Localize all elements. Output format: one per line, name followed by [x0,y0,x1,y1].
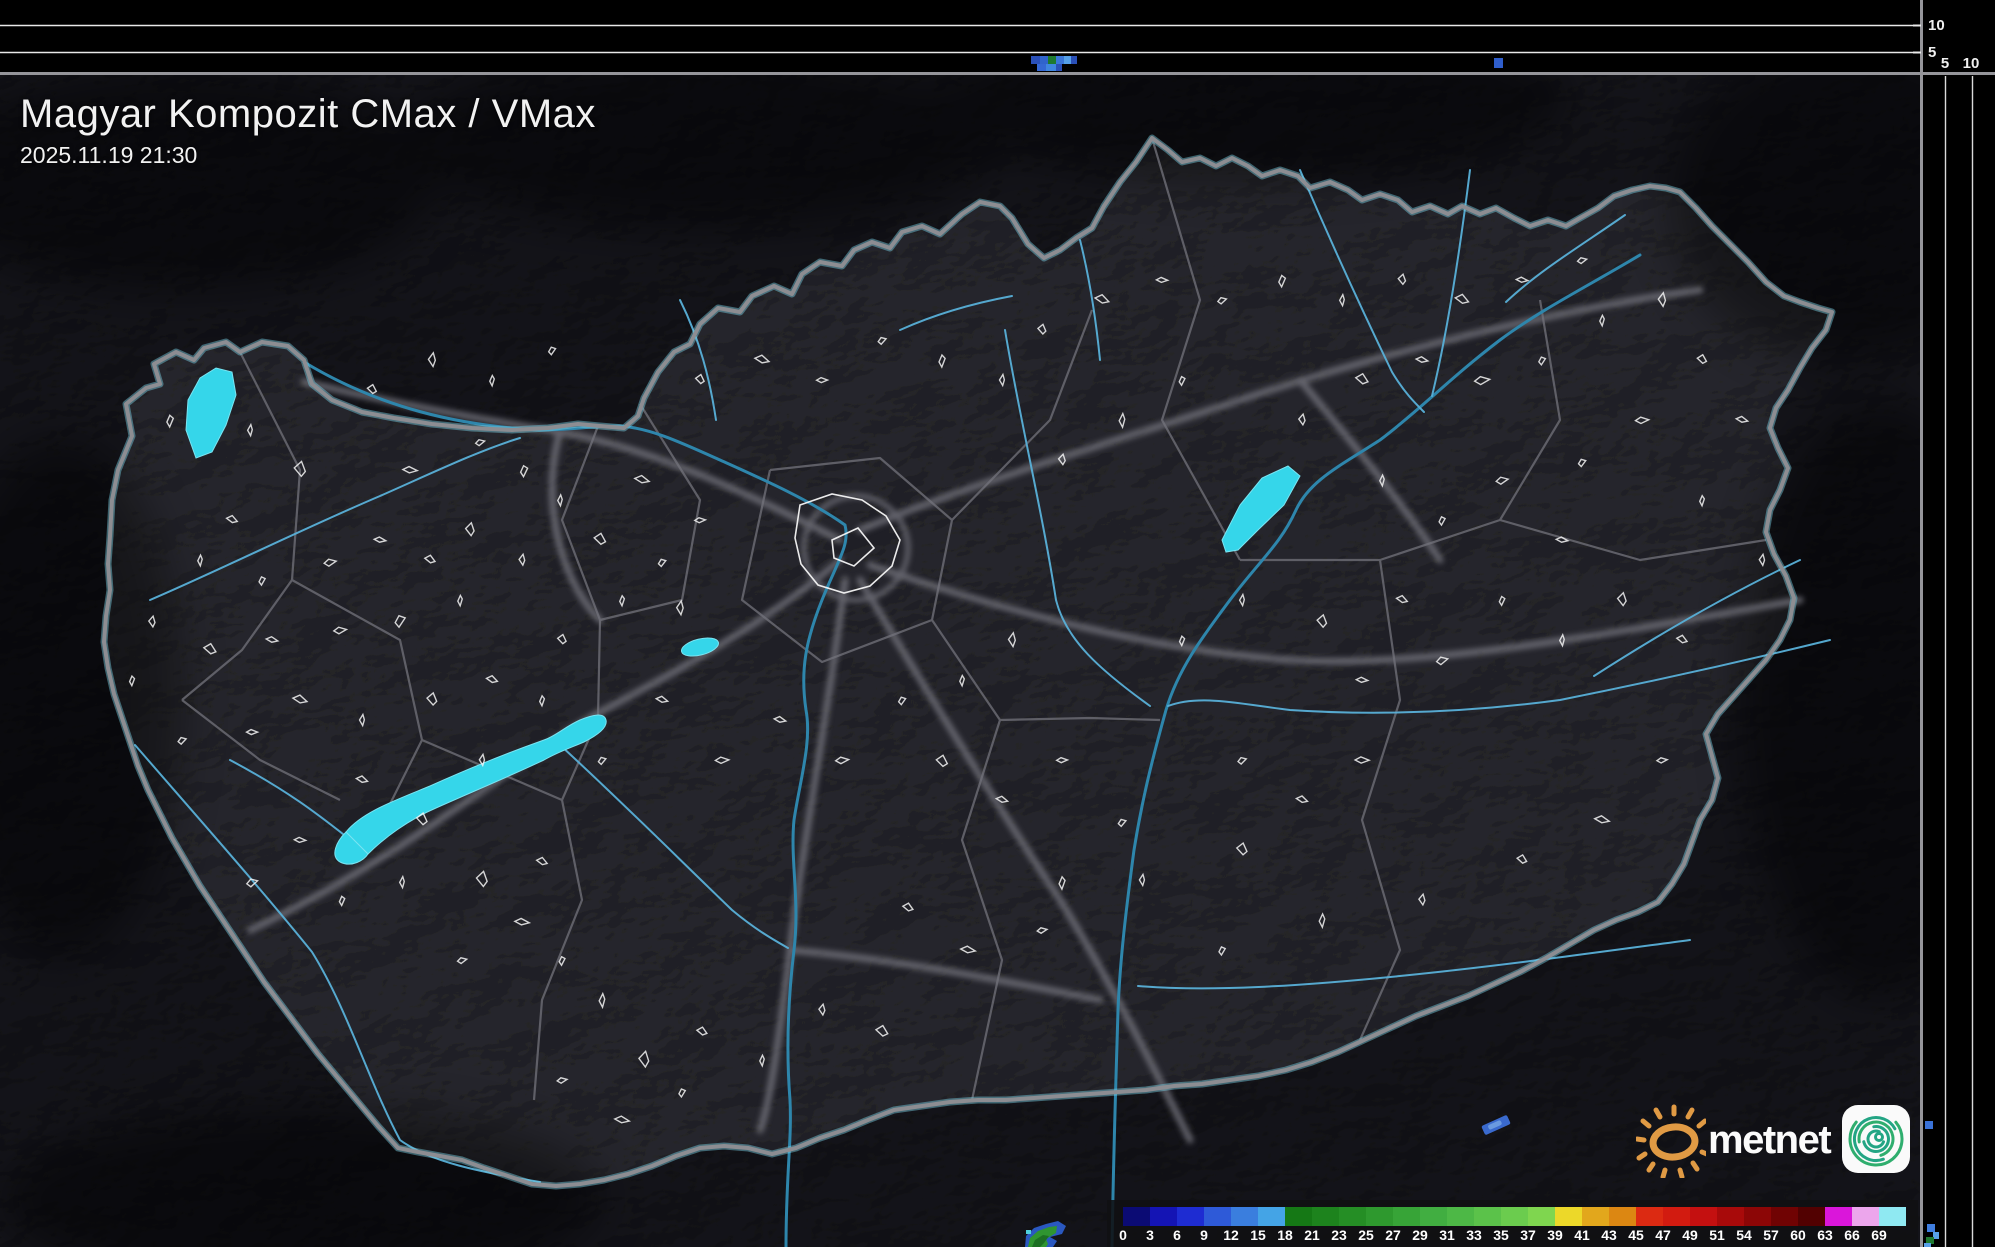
colorbar-cells [1123,1207,1906,1226]
colorbar-tick-label: 57 [1763,1227,1779,1243]
colorbar-tick-label: 6 [1173,1227,1181,1243]
colorbar-cell [1447,1207,1474,1226]
colorbar-tick-label: 45 [1628,1227,1644,1243]
colorbar-tick-label: 43 [1601,1227,1617,1243]
right-axis-tick-10: 10 [1962,55,1980,72]
colorbar-tick-label: 33 [1466,1227,1482,1243]
colorbar-cell [1636,1207,1663,1226]
colorbar-cell [1339,1207,1366,1226]
top-axis-tick-5: 5 [1928,44,1937,61]
echo-block [1046,64,1056,71]
echo-block [1927,1224,1935,1232]
echo-block [1048,56,1056,64]
colorbar-cell [1474,1207,1501,1226]
colorbar-cell [1285,1207,1312,1226]
colorbar-cell [1852,1207,1879,1226]
colorbar-cell [1663,1207,1690,1226]
echo-block [1056,64,1062,71]
colorbar-tick-label: 51 [1709,1227,1725,1243]
right-axis-tick-5: 5 [1940,55,1950,72]
radar-map-canvas[interactable] [0,0,1995,1247]
colorbar-labels: dBZ 036912151821232527293133353739414345… [1107,1227,1918,1245]
echo-block [1925,1121,1933,1129]
colorbar-tick-label: 66 [1844,1227,1860,1243]
colorbar-cell [1771,1207,1798,1226]
echo-block [1494,58,1503,68]
top-axis-tick-10: 10 [1928,17,1945,34]
colorbar-cell [1825,1207,1852,1226]
colorbar-cell [1420,1207,1447,1226]
colorbar-cell [1204,1207,1231,1226]
colorbar-tick-label: 25 [1358,1227,1374,1243]
colorbar-cell [1528,1207,1555,1226]
colorbar-tick-label: 41 [1574,1227,1590,1243]
colorbar-tick-label: 21 [1304,1227,1320,1243]
colorbar-tick-label: 39 [1547,1227,1563,1243]
colorbar-cell [1609,1207,1636,1226]
colorbar-cell [1879,1207,1906,1226]
echo-block [1056,56,1064,64]
colorbar-tick-label: 0 [1119,1227,1127,1243]
colorbar-tick-label: 54 [1736,1227,1752,1243]
sun-icon [1636,1104,1706,1178]
colorbar-cell [1177,1207,1204,1226]
colorbar-tick-label: 23 [1331,1227,1347,1243]
colorbar-cell [1582,1207,1609,1226]
colorbar-tick-label: 35 [1493,1227,1509,1243]
colorbar-cell [1501,1207,1528,1226]
colorbar-tick-label: 60 [1790,1227,1806,1243]
colorbar-cell [1798,1207,1825,1226]
colorbar-cell [1123,1207,1150,1226]
colorbar-tick-label: 18 [1277,1227,1293,1243]
echo-block [1031,56,1040,64]
colorbar-tick-label: 31 [1439,1227,1455,1243]
top-profile-panel [0,0,1921,73]
colorbar-tick-label: 9 [1200,1227,1208,1243]
echo-block [1040,56,1048,64]
radar-viewer: Magyar Kompozit CMax / VMax 2025.11.19 2… [0,0,1995,1247]
colorbar-cell [1150,1207,1177,1226]
echo-block [1064,56,1071,64]
echo-block [1924,1243,1931,1247]
dbz-colorbar: dBZ 036912151821232527293133353739414345… [1107,1200,1918,1247]
colorbar-tick-label: 29 [1412,1227,1428,1243]
map-area [0,73,1921,1247]
colorbar-tick-label: 49 [1682,1227,1698,1243]
colorbar-cell [1258,1207,1285,1226]
colorbar-tick-label: 3 [1146,1227,1154,1243]
colorbar-tick-label: 47 [1655,1227,1671,1243]
colorbar-cell [1744,1207,1771,1226]
right-profile-panel [1923,0,1995,1247]
colorbar-tick-label: 12 [1223,1227,1239,1243]
colorbar-cell [1690,1207,1717,1226]
metnet-logo[interactable]: metnet [1636,1100,1916,1180]
colorbar-tick-label: 15 [1250,1227,1266,1243]
colorbar-cell [1366,1207,1393,1226]
echo-block [1071,56,1077,64]
colorbar-cell [1393,1207,1420,1226]
colorbar-tick-label: 27 [1385,1227,1401,1243]
colorbar-tick-label: 37 [1520,1227,1536,1243]
colorbar-cell [1717,1207,1744,1226]
colorbar-cell [1231,1207,1258,1226]
colorbar-cell [1312,1207,1339,1226]
echo-block [1037,64,1046,71]
colorbar-tick-label: 69 [1871,1227,1887,1243]
colorbar-tick-label: 63 [1817,1227,1833,1243]
brand-name: metnet [1708,1118,1832,1162]
colorbar-cell [1555,1207,1582,1226]
metnet-app-icon [1842,1105,1910,1173]
